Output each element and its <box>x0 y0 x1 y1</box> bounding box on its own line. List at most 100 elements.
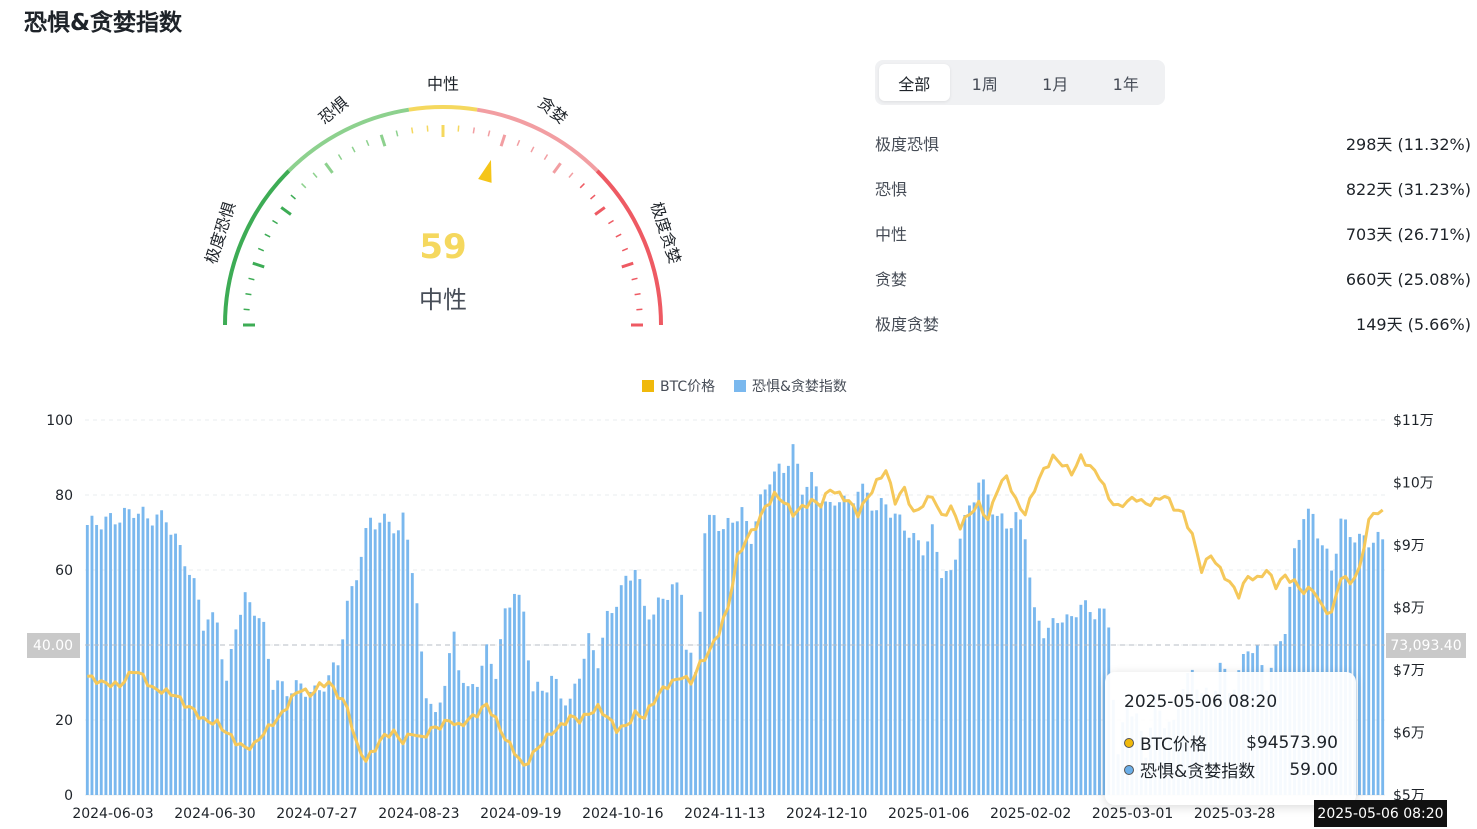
fgi-bar <box>903 530 906 795</box>
fgi-bar <box>954 559 957 795</box>
x-tick-label: 2024-12-10 <box>786 806 867 822</box>
fgi-bar <box>731 522 735 795</box>
fgi-bar <box>1046 627 1050 795</box>
gauge-tick <box>543 154 549 160</box>
chart-legend[interactable]: BTC价格 恐惧&贪婪指数 <box>642 379 847 395</box>
fgi-bar <box>410 573 414 795</box>
fgi-bar <box>568 698 572 795</box>
fgi-bar <box>178 545 182 795</box>
fgi-bar <box>155 514 159 795</box>
fgi-bar <box>629 580 632 795</box>
gauge-tick <box>410 127 414 134</box>
gauge-tick <box>590 194 596 200</box>
fgi-bar <box>406 539 410 795</box>
gauge-tick <box>290 194 296 200</box>
fgi-bar <box>475 686 479 795</box>
fgi-bar <box>786 465 790 795</box>
fgi-bar <box>703 533 707 795</box>
tab-1-week[interactable]: 1周 <box>950 64 1021 101</box>
fgi-bar <box>1005 528 1009 795</box>
gauge-tick <box>252 261 265 269</box>
crosshair-left-label: 40.00 <box>33 638 73 654</box>
tooltip-date: 2025-05-06 08:20 <box>1124 692 1278 712</box>
fgi-bar <box>578 678 581 795</box>
fgi-bar <box>1028 577 1032 795</box>
fgi-bar <box>318 690 321 795</box>
fgi-bar <box>392 533 396 795</box>
fgi-bar <box>865 492 869 795</box>
fgi-bar <box>1381 539 1385 795</box>
fgi-bar <box>749 543 753 795</box>
gauge-status: 中性 <box>419 286 467 314</box>
fgi-bar <box>912 533 916 795</box>
fgi-bar <box>930 524 934 795</box>
fgi-bar <box>1084 600 1087 795</box>
right-axis-ticks: $5万$6万$7万$8万$9万$10万$11万 <box>1393 413 1434 804</box>
fgi-bar <box>438 702 442 795</box>
fgi-bar <box>429 703 433 795</box>
fgi-bar <box>1093 619 1097 795</box>
gauge-tick <box>631 277 638 281</box>
x-tick-label: 2024-07-27 <box>276 806 357 822</box>
tab-1-month[interactable]: 1月 <box>1020 64 1091 101</box>
sentiment-stats: 极度恐惧 298天 (11.32%) 恐惧 822天 (31.23%) 中性 7… <box>875 120 1471 345</box>
gauge-tick <box>608 219 614 225</box>
fgi-bar <box>401 512 405 795</box>
gauge-tick <box>579 183 585 189</box>
fgi-bar <box>638 579 642 795</box>
fgi-bar <box>958 538 962 795</box>
fgi-bar <box>1074 617 1078 795</box>
fgi-bar <box>424 698 428 795</box>
left-tick-label: 60 <box>55 563 73 579</box>
fgi-bar <box>294 680 298 795</box>
gauge-tick <box>621 247 629 252</box>
zone-fear-arc <box>287 107 410 173</box>
fgi-bar <box>559 698 563 795</box>
fgi-bar <box>1023 539 1027 795</box>
x-tick-label: 2024-11-13 <box>684 806 765 822</box>
tab-1-year[interactable]: 1年 <box>1091 64 1162 101</box>
tooltip-series-name: BTC价格 <box>1140 735 1207 755</box>
right-tick-label: $11万 <box>1393 413 1434 429</box>
fgi-bar <box>1371 542 1375 795</box>
fgi-bar <box>99 529 103 795</box>
fgi-bar <box>619 585 623 795</box>
fgi-bar <box>104 516 108 795</box>
gauge-tick <box>337 154 343 160</box>
fgi-bar <box>633 569 637 795</box>
fgi-bar <box>694 672 697 795</box>
zone-extreme-fear-arc <box>223 169 291 326</box>
gauge-zone-label: 中性 <box>427 75 459 94</box>
fgi-bar <box>420 651 424 795</box>
time-range-tabs: 全部 1周 1月 1年 <box>875 60 1165 105</box>
fgi-bar <box>605 610 609 795</box>
chart-tooltip: 2025-05-06 08:20 BTC价格 $94573.90 恐惧&贪婪指数… <box>1105 672 1356 805</box>
legend-fgi-label: 恐惧&贪婪指数 <box>752 379 847 395</box>
fgi-bar <box>192 578 196 795</box>
tab-all[interactable]: 全部 <box>879 64 950 101</box>
zone-greed-arc <box>476 107 599 173</box>
fgi-bar <box>355 580 359 795</box>
fgi-bar <box>861 483 865 795</box>
fgi-bar <box>717 531 721 795</box>
tooltip-series-value: $94573.90 <box>1246 732 1338 753</box>
legend-btc-swatch <box>642 380 654 392</box>
fgi-bar <box>661 598 665 795</box>
fgi-bar <box>290 693 294 795</box>
fgi-bar <box>870 510 874 795</box>
gauge-tick <box>615 233 622 238</box>
fgi-bar <box>136 513 140 795</box>
fgi-bar <box>299 683 303 795</box>
fgi-bar <box>452 631 456 795</box>
fgi-bar <box>1019 519 1022 795</box>
fgi-bar <box>777 463 781 795</box>
fgi-bar <box>675 582 679 795</box>
fgi-bar <box>545 692 549 795</box>
fgi-bar <box>810 472 814 795</box>
fgi-bar <box>522 611 526 795</box>
fgi-bar <box>643 605 646 795</box>
fgi-bar <box>1009 528 1013 795</box>
fgi-bar <box>243 592 247 795</box>
fgi-bar <box>819 503 823 795</box>
gauge-tick <box>621 261 634 269</box>
